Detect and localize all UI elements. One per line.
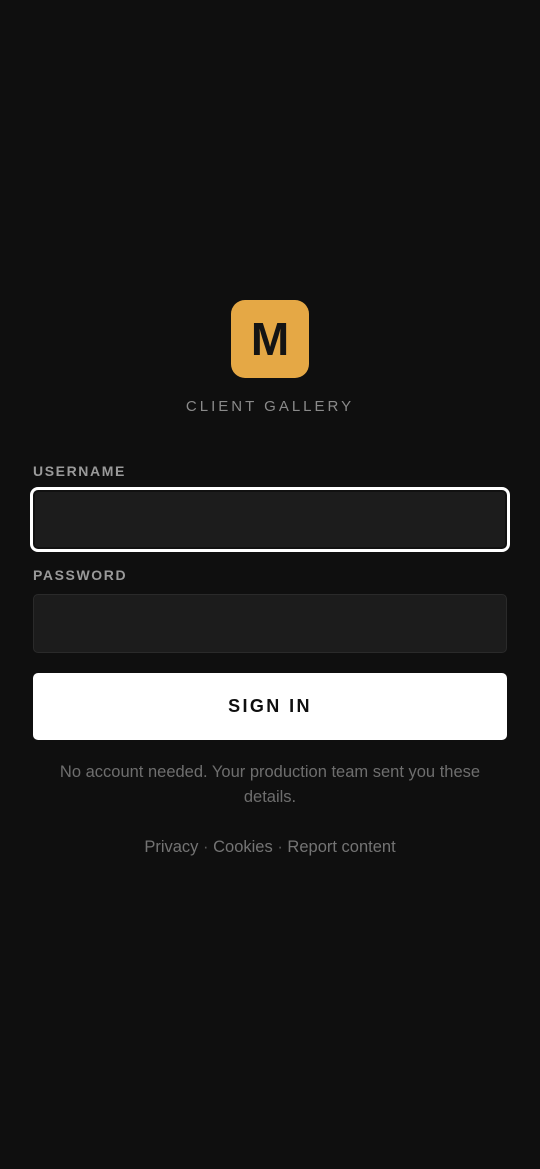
login-form: USERNAME PASSWORD SIGN IN No account nee… <box>33 462 507 857</box>
brand-name: CLIENT GALLERY <box>185 398 355 415</box>
brand-logo: M <box>231 300 309 378</box>
password-input[interactable] <box>33 594 507 653</box>
cookies-link[interactable]: Cookies <box>213 838 273 856</box>
username-input[interactable] <box>33 490 507 549</box>
account-note: No account needed. Your production team … <box>59 763 481 806</box>
footer-links: Privacy · Cookies · Report content <box>33 838 507 857</box>
privacy-link[interactable]: Privacy <box>144 838 198 856</box>
login-page: M CLIENT GALLERY USERNAME PASSWORD SIGN … <box>0 0 540 1169</box>
logo-letter: M <box>250 313 290 365</box>
footer-separator: · <box>277 838 283 856</box>
password-label: PASSWORD <box>33 567 128 583</box>
username-label: USERNAME <box>33 463 126 479</box>
brand-header: M CLIENT GALLERY <box>0 300 540 415</box>
footer-separator: · <box>203 838 209 856</box>
report-content-link[interactable]: Report content <box>287 838 395 856</box>
sign-in-button[interactable]: SIGN IN <box>33 673 507 740</box>
